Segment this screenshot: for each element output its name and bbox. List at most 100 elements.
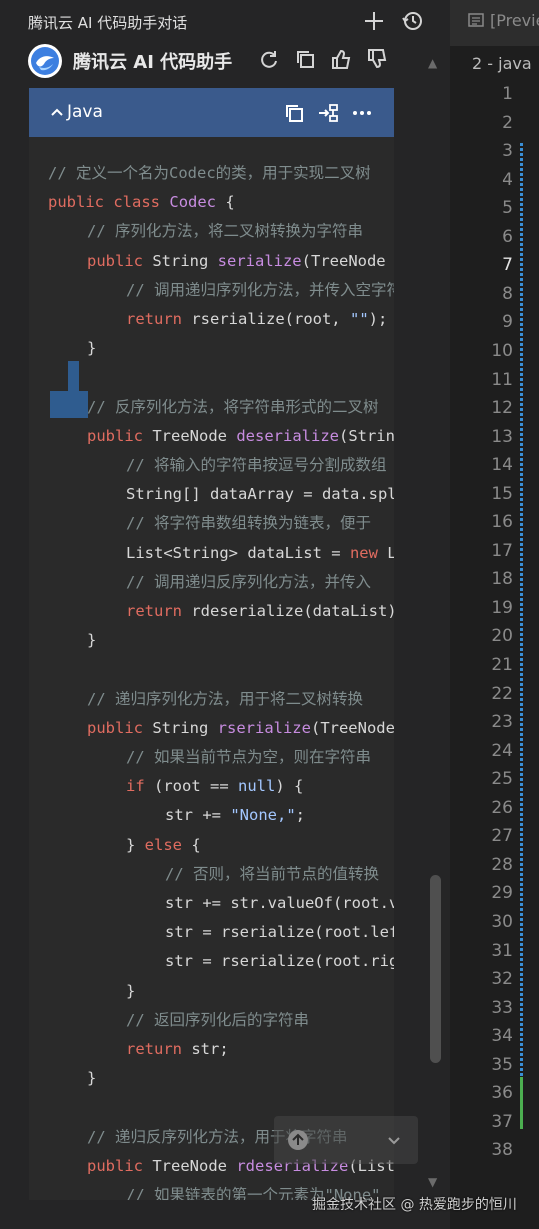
code-token: new: [349, 543, 378, 562]
assistant-name: 腾讯云 AI 代码助手: [73, 52, 233, 73]
code-token: Codec: [169, 193, 217, 212]
editor-tab-bar: [Preview]: [450, 0, 539, 46]
regenerate-icon[interactable]: [256, 46, 282, 72]
line-number: 7: [502, 255, 513, 276]
line-number: 18: [491, 569, 513, 590]
line-number: 22: [491, 683, 513, 704]
code-token: deserialize: [236, 426, 339, 445]
insert-code-icon[interactable]: [315, 100, 341, 126]
text-cursor-selection: [68, 361, 79, 391]
code-token: "None,": [230, 806, 296, 825]
code-token: "": [349, 310, 369, 328]
line-number: 12: [491, 398, 513, 419]
watermark: 掘金技术社区 @ 热爱跑步的恒川: [312, 1197, 517, 1213]
line-number: 28: [491, 854, 513, 875]
line-number: 13: [491, 426, 513, 447]
line-number: 4: [502, 169, 513, 190]
line-number: 30: [491, 911, 513, 932]
code-token: );: [368, 310, 388, 328]
line-number: 11: [491, 369, 513, 390]
line-number: 2: [502, 112, 513, 133]
code-token: }: [126, 835, 145, 854]
panel-topbar: 腾讯云 AI 代码助手对话: [0, 0, 426, 44]
code-token: (root ==: [144, 777, 238, 796]
code-token: else: [144, 835, 182, 854]
code-line: // 将字符串数组转换为链表，便于: [126, 509, 371, 538]
code-token: rdeserialize(dataList);: [182, 602, 394, 620]
panel-scrollbar-thumb[interactable]: [430, 875, 441, 1063]
copy-code-icon[interactable]: [281, 100, 307, 126]
code-token: String: [143, 251, 218, 270]
gutter-modified-indicator: [520, 143, 523, 1077]
preview-tab[interactable]: [Preview]: [468, 11, 539, 30]
code-token: // 反序列化方法，将字符串形式的二叉树: [87, 397, 379, 416]
line-number: 36: [491, 1083, 513, 1104]
line-number: 21: [491, 655, 513, 675]
code-token: if: [126, 777, 145, 796]
code-token: // 序列化方法，将二叉树转换为字符串: [87, 222, 363, 241]
code-line: str += "None,";: [165, 801, 305, 830]
line-number: 35: [491, 1054, 513, 1075]
code-token: public: [48, 193, 104, 212]
history-icon[interactable]: [400, 9, 424, 33]
code-line: return rserialize(root, "");: [126, 305, 387, 334]
code-line: List<String> dataList = new LinkedList: [126, 539, 394, 568]
code-token: // 将输入的字符串按逗号分割成数组: [126, 456, 387, 474]
code-line: // 递归序列化方法，用于将二叉树转换: [87, 685, 363, 714]
code-line: // 调用递归序列化方法，并传入空字符串: [126, 276, 394, 305]
code-line: } else {: [126, 831, 201, 860]
line-number: 20: [491, 626, 513, 647]
code-token: ;: [295, 806, 305, 825]
line-number: 1: [502, 84, 513, 104]
code-token: }: [87, 631, 97, 650]
scroll-down-arrow-icon[interactable]: ▼: [428, 1175, 437, 1189]
collapse-code-toggle[interactable]: Java: [49, 102, 103, 122]
code-token: rserialize: [217, 718, 311, 737]
preview-tab-label: [Preview]: [490, 11, 539, 30]
code-line: }: [87, 626, 96, 655]
code-token: str;: [182, 1040, 229, 1058]
line-number: 5: [502, 198, 513, 219]
ai-assistant-panel: 腾讯云 AI 代码助手对话 腾讯云 AI 代码助手 Java // 定义一个名为…: [0, 0, 426, 1229]
code-line: str = rserialize(root.right: [165, 947, 394, 976]
line-number: 9: [502, 312, 513, 333]
line-number: 24: [491, 740, 513, 761]
code-token: // 将字符串数组转换为链表，便于: [126, 514, 371, 533]
line-number: 25: [491, 769, 513, 790]
line-number: 3: [502, 141, 513, 162]
code-line: // 定义一个名为Codec的类，用于实现二叉树: [48, 159, 371, 188]
code-line: // 将输入的字符串按逗号分割成数组: [126, 451, 387, 480]
new-chat-icon[interactable]: [362, 9, 386, 33]
code-line: }: [87, 1064, 96, 1093]
code-token: TreeNode: [143, 426, 237, 445]
code-line: return rdeserialize(dataList);: [126, 597, 394, 626]
more-options-icon[interactable]: [349, 100, 375, 126]
code-token: // 递归序列化方法，用于将二叉树转换: [87, 689, 363, 708]
code-token: public: [87, 718, 143, 737]
scroll-up-arrow-icon[interactable]: ▲: [428, 56, 437, 70]
code-line: public class Codec {: [48, 188, 235, 217]
line-number: 29: [491, 883, 513, 904]
code-line: str = rserialize(root.left: [165, 918, 394, 947]
code-line: public TreeNode deserialize(String data)…: [87, 422, 394, 451]
code-token: }: [87, 1069, 97, 1088]
thumbs-up-icon[interactable]: [328, 46, 354, 72]
line-number: 38: [491, 1140, 513, 1161]
line-number: 14: [491, 455, 513, 476]
line-number: 15: [491, 483, 513, 504]
code-token: List<String> dataList =: [126, 543, 350, 562]
line-number: 19: [491, 597, 513, 618]
file-breadcrumb[interactable]: 2 - java: [472, 54, 532, 73]
assistant-header: 腾讯云 AI 代码助手: [0, 40, 426, 80]
line-number: 34: [491, 1026, 513, 1047]
code-token: {: [182, 835, 201, 854]
copy-icon[interactable]: [292, 46, 318, 72]
scroll-to-top-button[interactable]: [274, 1116, 418, 1164]
code-line: if (root == null) {: [126, 772, 303, 801]
code-line: }: [87, 334, 96, 363]
thumbs-down-icon[interactable]: [364, 46, 390, 72]
code-token: (String data) {: [338, 426, 394, 445]
code-token: return: [126, 310, 182, 328]
